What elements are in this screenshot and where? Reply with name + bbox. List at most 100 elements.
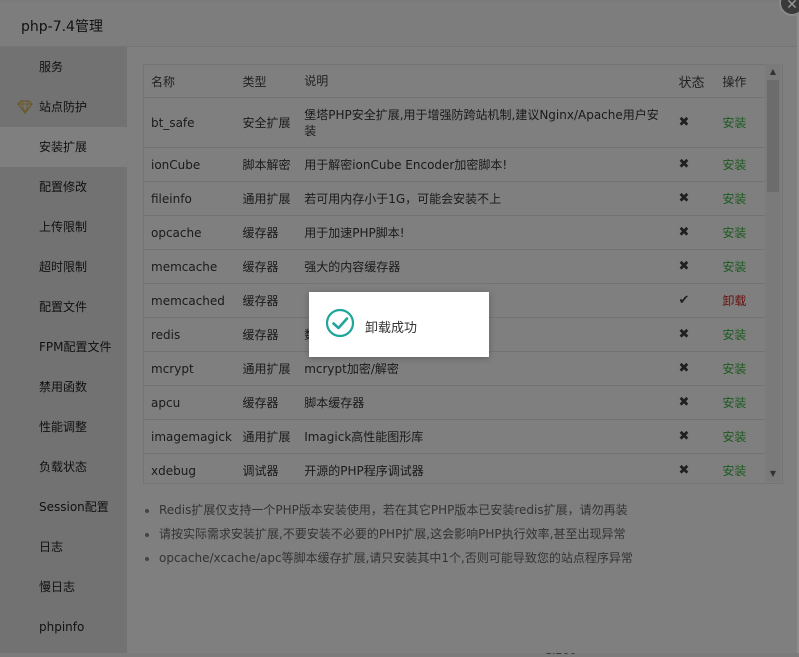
sidebar-item[interactable]: 站点防护 [0,87,127,127]
not-installed-x-icon: ✖ [678,225,690,240]
sidebar-item-label: 安装扩展 [39,140,88,154]
install-link-cell: 安装 [715,419,766,454]
sidebar: 服务站点防护安装扩展配置修改上传限制超时限制配置文件 FPM配置文件 禁用函数性能调… [0,47,127,653]
uninstall-link-cell: 卸载 [715,283,766,318]
sidebar-item[interactable]: 安装扩展 [0,127,127,167]
extension-type-cell: 安全扩展 [242,97,305,148]
extension-description: 用于加速PHP脚本! [304,225,405,240]
extension-type: 缓存器 [242,226,279,240]
not-installed-x-icon: ✖ [678,361,690,376]
scroll-down-arrow-icon[interactable]: ▼ [765,466,781,482]
sidebar-item[interactable]: 服务 [0,47,127,87]
install-link[interactable]: 安装 [722,396,746,410]
sidebar-item[interactable]: 配置修改 [0,167,127,207]
install-link[interactable]: 安装 [722,192,746,206]
extension-type-cell: 通用扩展 [242,181,305,216]
extension-description-cell: 强大的内容缓存器 [304,249,672,284]
header-status: 状态 [671,65,716,98]
extension-type-cell: 脚本解密 [242,147,305,182]
install-link-cell: 安装 [715,453,766,483]
extension-description: mcrypt加密/解密 [304,361,399,376]
header-op: 操作 [715,65,766,98]
extension-description-cell: 堡塔PHP安全扩展,用于增强防跨站机制,建议Nginx/Apache用户安装 [304,97,672,148]
extension-name-cell: apcu [144,385,243,420]
not-installed-x-icon: ✖ [678,115,690,130]
extension-type: 缓存器 [242,294,279,308]
extension-status-cell: ✔ [671,283,716,318]
sidebar-item-label: 性能调整 [39,420,88,434]
install-link[interactable]: 安装 [722,158,746,172]
extension-status-cell: ✖ [671,147,716,182]
sidebar-item-label: 负载状态 [39,460,88,474]
install-link-cell: 安装 [715,351,766,386]
not-installed-x-icon: ✖ [678,259,690,274]
install-link-cell: 安装 [715,317,766,352]
sidebar-item[interactable]: 上传限制 [0,207,127,247]
install-link-cell: 安装 [715,385,766,420]
extension-name-cell: mcrypt [144,351,243,386]
sidebar-item-label: Session配置 [39,500,109,514]
extension-type: 通用扩展 [242,192,291,206]
table-row: bt_safe 安全扩展 堡塔PHP安全扩展,用于增强防跨站机制,建议Nginx/A… [144,97,766,148]
extension-type-cell: 缓存器 [242,215,305,250]
extension-description: 用于解密ionCube Encoder加密脚本! [304,157,508,172]
extension-name-cell: bt_safe [144,97,243,148]
scroll-up-arrow-icon[interactable]: ▲ [765,64,781,80]
extension-type-cell: 缓存器 [242,283,305,318]
extension-name: bt_safe [151,115,195,130]
extension-name-cell: imagemagick [144,419,243,454]
extension-name: apcu [151,395,181,410]
extension-type-cell: 通用扩展 [242,419,305,454]
extension-type: 调试器 [242,464,279,478]
check-circle-icon [325,308,355,338]
sidebar-item-label: 配置修改 [39,180,88,194]
toast-message: 卸载成功 [365,321,418,336]
table-row: apcu 缓存器 脚本缓存器 ✖ 安装 [144,385,766,420]
install-link[interactable]: 安装 [722,226,746,240]
extension-description-cell: 用于解密ionCube Encoder加密脚本! [304,147,672,182]
scrollbar-thumb[interactable] [767,80,779,192]
extension-description-cell: Imagick高性能图形库 [304,419,672,454]
sidebar-item[interactable]: phpinfo [0,607,127,647]
notes-list: Redis扩展仅支持一个PHP版本安装使用，若在其它PHP版本已安装redis扩… [143,502,763,574]
extension-name: redis [151,327,181,342]
install-link[interactable]: 安装 [722,260,746,274]
not-installed-x-icon: ✖ [678,327,690,342]
sidebar-item[interactable]: 日志 [0,527,127,567]
install-link[interactable]: 安装 [722,116,746,130]
extension-type-cell: 缓存器 [242,317,305,352]
sidebar-item-label: 超时限制 [39,260,88,274]
extension-description: 开源的PHP程序调试器 [304,463,424,478]
install-link[interactable]: 安装 [722,362,746,376]
table-scrollbar[interactable]: ▲ ▼ [765,64,781,482]
sidebar-item[interactable]: 慢日志 [0,567,127,607]
install-link[interactable]: 安装 [722,430,746,444]
bullet-icon [145,557,149,561]
extension-type: 安全扩展 [242,116,291,130]
table-header-row: 名称 类型 说明 状态 操作 [144,65,766,98]
header-desc: 说明 [304,65,672,98]
extension-name-cell: memcached [144,283,243,318]
extension-description-cell: 开源的PHP程序调试器 [304,453,672,483]
extension-name: imagemagick [151,429,232,444]
install-link-cell: 安装 [715,215,766,250]
install-link-cell: 安装 [715,147,766,182]
sidebar-item[interactable]: 负载状态 [0,447,127,487]
sidebar-item[interactable]: 超时限制 [0,247,127,287]
extension-type: 通用扩展 [242,362,291,376]
install-link[interactable]: 安装 [722,328,746,342]
extension-name-cell: redis [144,317,243,352]
sidebar-item[interactable]: Session配置 [0,487,127,527]
extension-name: memcached [151,293,225,308]
header-type: 类型 [242,65,305,98]
sidebar-item[interactable]: 禁用函数 [0,367,127,407]
sidebar-item[interactable]: 配置文件 [0,287,127,327]
sidebar-item[interactable]: FPM配置文件 [0,327,127,367]
sidebar-item-label: 服务 [39,60,64,74]
uninstall-link[interactable]: 卸载 [722,294,746,308]
extension-type: 缓存器 [242,328,279,342]
sidebar-item[interactable]: 性能调整 [0,407,127,447]
install-link[interactable]: 安装 [722,464,746,478]
extension-description-cell: 若可用内存小于1G，可能会安装不上 [304,181,672,216]
extension-status-cell: ✖ [671,317,716,352]
